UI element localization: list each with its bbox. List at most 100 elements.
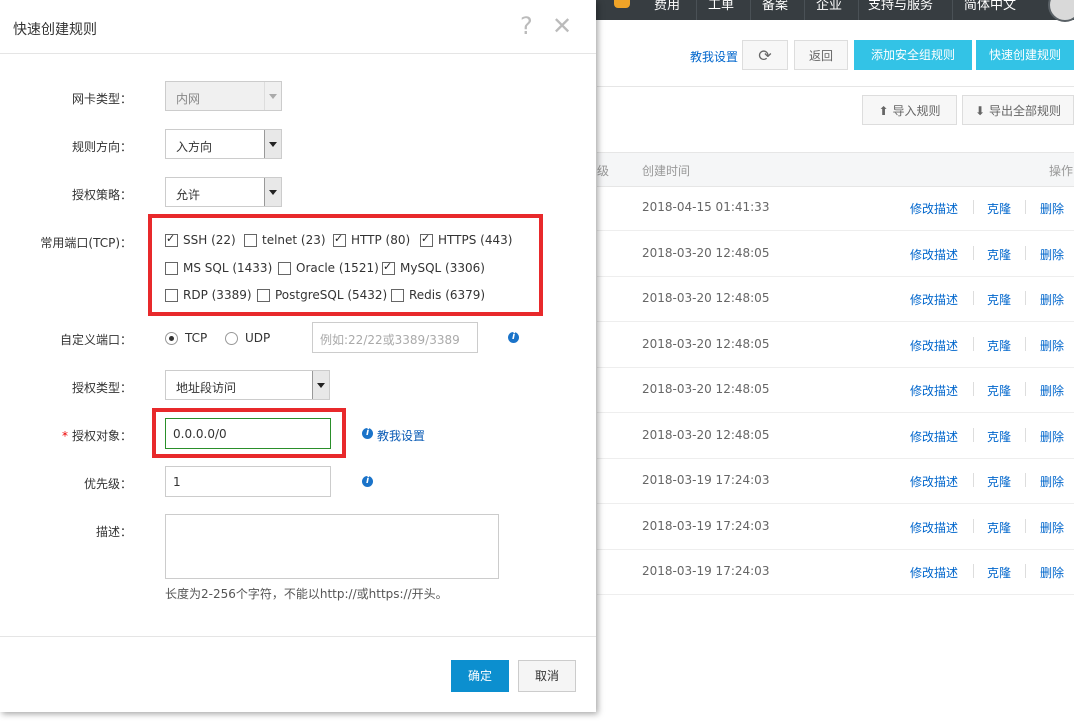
checkbox[interactable]: [382, 260, 395, 275]
delete-link[interactable]: 删除: [1040, 519, 1064, 536]
checkbox[interactable]: [333, 232, 346, 247]
auth-type-select[interactable]: 地址段访问: [165, 370, 330, 400]
info-icon[interactable]: i: [362, 428, 373, 439]
created-time: 2018-03-20 12:48:05: [642, 291, 770, 305]
delete-link[interactable]: 删除: [1040, 337, 1064, 354]
port-option-label: Redis (6379): [409, 288, 486, 302]
info-icon[interactable]: i: [508, 332, 519, 343]
column-header-priority: 级: [597, 164, 610, 178]
delete-link[interactable]: 删除: [1040, 473, 1064, 490]
auth-object-input[interactable]: 0.0.0.0/0: [165, 418, 331, 449]
created-time: 2018-03-20 12:48:05: [642, 382, 770, 396]
nav-item-filing[interactable]: 备案: [762, 0, 788, 16]
table-row: 2018-03-19 17:24:03 修改描述 克隆 删除: [597, 504, 1074, 550]
delete-link[interactable]: 删除: [1040, 564, 1064, 581]
checkbox[interactable]: [244, 234, 257, 247]
delete-link[interactable]: 删除: [1040, 291, 1064, 308]
confirm-button[interactable]: 确定: [451, 660, 509, 692]
teach-setup-link[interactable]: 教我设置: [377, 427, 425, 444]
edit-description-link[interactable]: 修改描述: [910, 291, 958, 308]
table-header: 级 创建时间 操作: [597, 152, 1074, 187]
port-option-label: HTTPS (443): [438, 233, 513, 247]
help-setup-link[interactable]: 教我设置: [690, 48, 738, 65]
back-button[interactable]: 返回: [794, 40, 848, 70]
clone-link[interactable]: 克隆: [987, 246, 1011, 263]
edit-description-link[interactable]: 修改描述: [910, 564, 958, 581]
clone-link[interactable]: 克隆: [987, 200, 1011, 217]
nav-item-language[interactable]: 简体中文: [964, 0, 1016, 16]
action-divider: [973, 518, 974, 533]
checkbox[interactable]: [165, 289, 178, 302]
nav-item-tickets[interactable]: 工单: [708, 0, 734, 16]
checkbox[interactable]: [257, 289, 270, 302]
avatar[interactable]: [1048, 0, 1074, 22]
required-marker: *: [61, 429, 68, 443]
dialog-footer-divider: [0, 636, 596, 637]
refresh-button[interactable]: ⟳: [742, 40, 788, 70]
edit-description-link[interactable]: 修改描述: [910, 382, 958, 399]
port-option-label: SSH (22): [183, 233, 236, 247]
cancel-button[interactable]: 取消: [518, 660, 576, 692]
clone-link[interactable]: 克隆: [987, 337, 1011, 354]
checkbox[interactable]: [165, 262, 178, 275]
checkbox[interactable]: [278, 262, 291, 275]
table-row: 2018-03-19 17:24:03 修改描述 克隆 删除: [597, 458, 1074, 504]
quick-create-button[interactable]: 快速创建规则: [976, 40, 1074, 70]
table-row: 2018-03-20 12:48:05 修改描述 克隆 删除: [597, 367, 1074, 413]
import-rules-button[interactable]: ⬆ 导入规则: [862, 95, 957, 125]
edit-description-link[interactable]: 修改描述: [910, 473, 958, 490]
action-divider: [973, 382, 974, 396]
created-time: 2018-03-20 12:48:05: [642, 245, 770, 260]
priority-input[interactable]: 1: [165, 466, 331, 497]
clone-link[interactable]: 克隆: [987, 291, 1011, 308]
description-hint: 长度为2-256个字符，不能以http://或https://开头。: [165, 587, 448, 601]
chevron-down-icon: [264, 130, 281, 158]
dialog-title: 快速创建规则: [13, 22, 97, 38]
clone-link[interactable]: 克隆: [987, 382, 1011, 399]
udp-radio[interactable]: [225, 332, 238, 345]
delete-link[interactable]: 删除: [1040, 246, 1064, 263]
port-option-label: Oracle (1521): [296, 261, 379, 275]
info-icon[interactable]: i: [362, 476, 373, 487]
add-rule-button[interactable]: 添加安全组规则: [854, 40, 972, 70]
export-rules-button[interactable]: ⬇ 导出全部规则: [962, 95, 1074, 125]
edit-description-link[interactable]: 修改描述: [910, 337, 958, 354]
help-icon[interactable]: ?: [520, 12, 533, 40]
action-divider: [1025, 336, 1026, 351]
port-option-label: RDP (3389): [183, 288, 252, 302]
nav-item-billing[interactable]: 费用: [654, 0, 680, 16]
checkbox[interactable]: [420, 232, 433, 247]
direction-select[interactable]: 入方向: [165, 129, 282, 159]
description-textarea[interactable]: [165, 514, 499, 579]
dialog-header: 快速创建规则 ? ✕: [0, 0, 596, 54]
priority-label: 优先级：: [83, 477, 132, 491]
nav-item-enterprise[interactable]: 企业: [816, 0, 842, 16]
custom-port-input[interactable]: 例如:22/22或3389/3389: [312, 322, 478, 353]
edit-description-link[interactable]: 修改描述: [910, 519, 958, 536]
auth-object-label-text: 授权对象：: [71, 429, 132, 443]
action-divider: [1025, 564, 1026, 578]
clone-link[interactable]: 克隆: [987, 473, 1011, 490]
checkbox[interactable]: [165, 232, 178, 247]
nav-divider: [858, 0, 859, 20]
clone-link[interactable]: 克隆: [987, 428, 1011, 445]
edit-description-link[interactable]: 修改描述: [910, 428, 958, 445]
edit-description-link[interactable]: 修改描述: [910, 200, 958, 217]
close-icon[interactable]: ✕: [552, 12, 572, 40]
policy-select[interactable]: 允许: [165, 177, 282, 207]
created-time: 2018-03-19 17:24:03: [642, 473, 770, 487]
delete-link[interactable]: 删除: [1040, 382, 1064, 399]
action-divider: [973, 200, 974, 214]
table-row: 2018-03-20 12:48:05 修改描述 克隆 删除: [597, 276, 1074, 322]
checkbox[interactable]: [391, 289, 404, 302]
delete-link[interactable]: 删除: [1040, 428, 1064, 445]
refresh-icon: ⟳: [758, 46, 772, 65]
tcp-radio[interactable]: [165, 332, 178, 345]
chevron-down-icon: [264, 178, 281, 206]
action-divider: [973, 473, 974, 487]
clone-link[interactable]: 克隆: [987, 564, 1011, 581]
clone-link[interactable]: 克隆: [987, 519, 1011, 536]
edit-description-link[interactable]: 修改描述: [910, 246, 958, 263]
nav-item-support[interactable]: 支持与服务: [868, 0, 933, 16]
delete-link[interactable]: 删除: [1040, 200, 1064, 217]
